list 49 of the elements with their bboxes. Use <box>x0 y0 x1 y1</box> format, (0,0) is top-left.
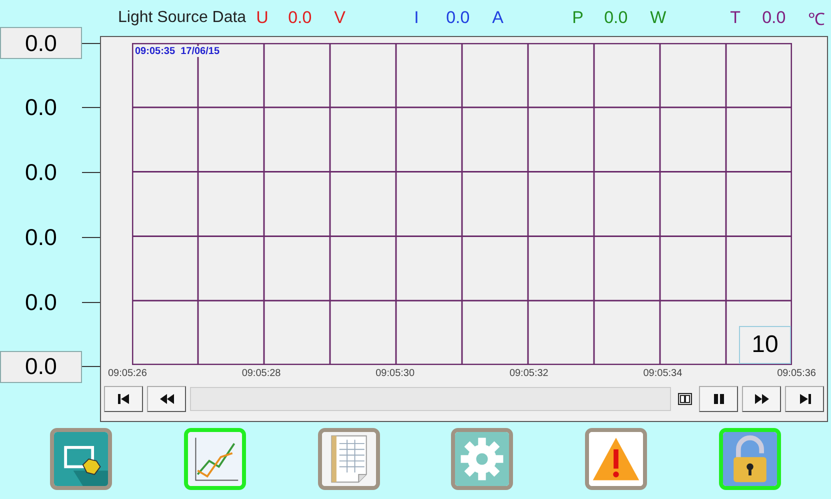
axis-label: 0.0 <box>24 288 58 316</box>
padlock-icon <box>723 432 778 486</box>
monitor-hand-icon <box>54 432 108 486</box>
reading-symbol: U <box>256 8 270 28</box>
gear-icon <box>455 432 510 486</box>
pause-button[interactable] <box>699 386 738 412</box>
window-button[interactable] <box>675 390 695 408</box>
reading-unit: V <box>333 8 346 28</box>
axis-label: 09:05:32 <box>509 368 548 381</box>
axis-value-field[interactable]: 0.0 <box>0 350 82 383</box>
reading-unit: A <box>491 8 504 28</box>
axis-value-field[interactable]: 0.0 <box>0 27 82 59</box>
time-span-field[interactable]: 10 <box>739 326 791 364</box>
last-button[interactable] <box>785 386 824 412</box>
axis-label: 09:05:28 <box>242 368 281 381</box>
reading-symbol: I <box>414 8 420 28</box>
axis-label: 0.0 <box>24 159 58 186</box>
timestamp: 09:05:35 17/06/15 <box>135 46 220 57</box>
first-button[interactable] <box>104 386 143 412</box>
panel-title: Light Source Data <box>118 9 246 27</box>
forward-button[interactable] <box>742 386 781 412</box>
scroll-track[interactable] <box>190 387 671 411</box>
reading-value: 0.0 <box>604 8 629 28</box>
chart-tool-button[interactable] <box>184 428 246 490</box>
spreadsheet-icon <box>322 432 376 486</box>
line-chart-icon <box>188 432 242 486</box>
alarm-tool-button[interactable] <box>585 428 648 490</box>
axis-label: 0.0 <box>24 224 58 251</box>
warning-icon <box>589 432 644 486</box>
sheet-tool-button[interactable] <box>318 428 380 490</box>
reading-unit: ℃ <box>807 8 826 30</box>
reading-value: 0.0 <box>446 8 471 28</box>
double-arrow-icon <box>158 393 174 405</box>
reading-symbol: P <box>572 8 584 28</box>
screen-tool-button[interactable] <box>50 428 112 490</box>
axis-label: 09:05:26 <box>108 368 147 381</box>
double-arrow-icon <box>754 393 770 405</box>
axis-label: 09:05:30 <box>376 368 415 381</box>
skip-icon <box>116 393 132 405</box>
axis-label: 09:05:36 <box>777 368 816 381</box>
reading-symbol: T <box>730 8 742 28</box>
reading-value: 0.0 <box>762 8 787 28</box>
frame-icon <box>678 393 692 405</box>
reading-unit: W <box>649 8 668 28</box>
axis-label: 09:05:34 <box>643 368 682 381</box>
reading-value: 0.0 <box>288 8 313 28</box>
axis-label: 0.0 <box>24 94 58 122</box>
settings-tool-button[interactable] <box>451 428 514 490</box>
rewind-button[interactable] <box>147 386 186 412</box>
